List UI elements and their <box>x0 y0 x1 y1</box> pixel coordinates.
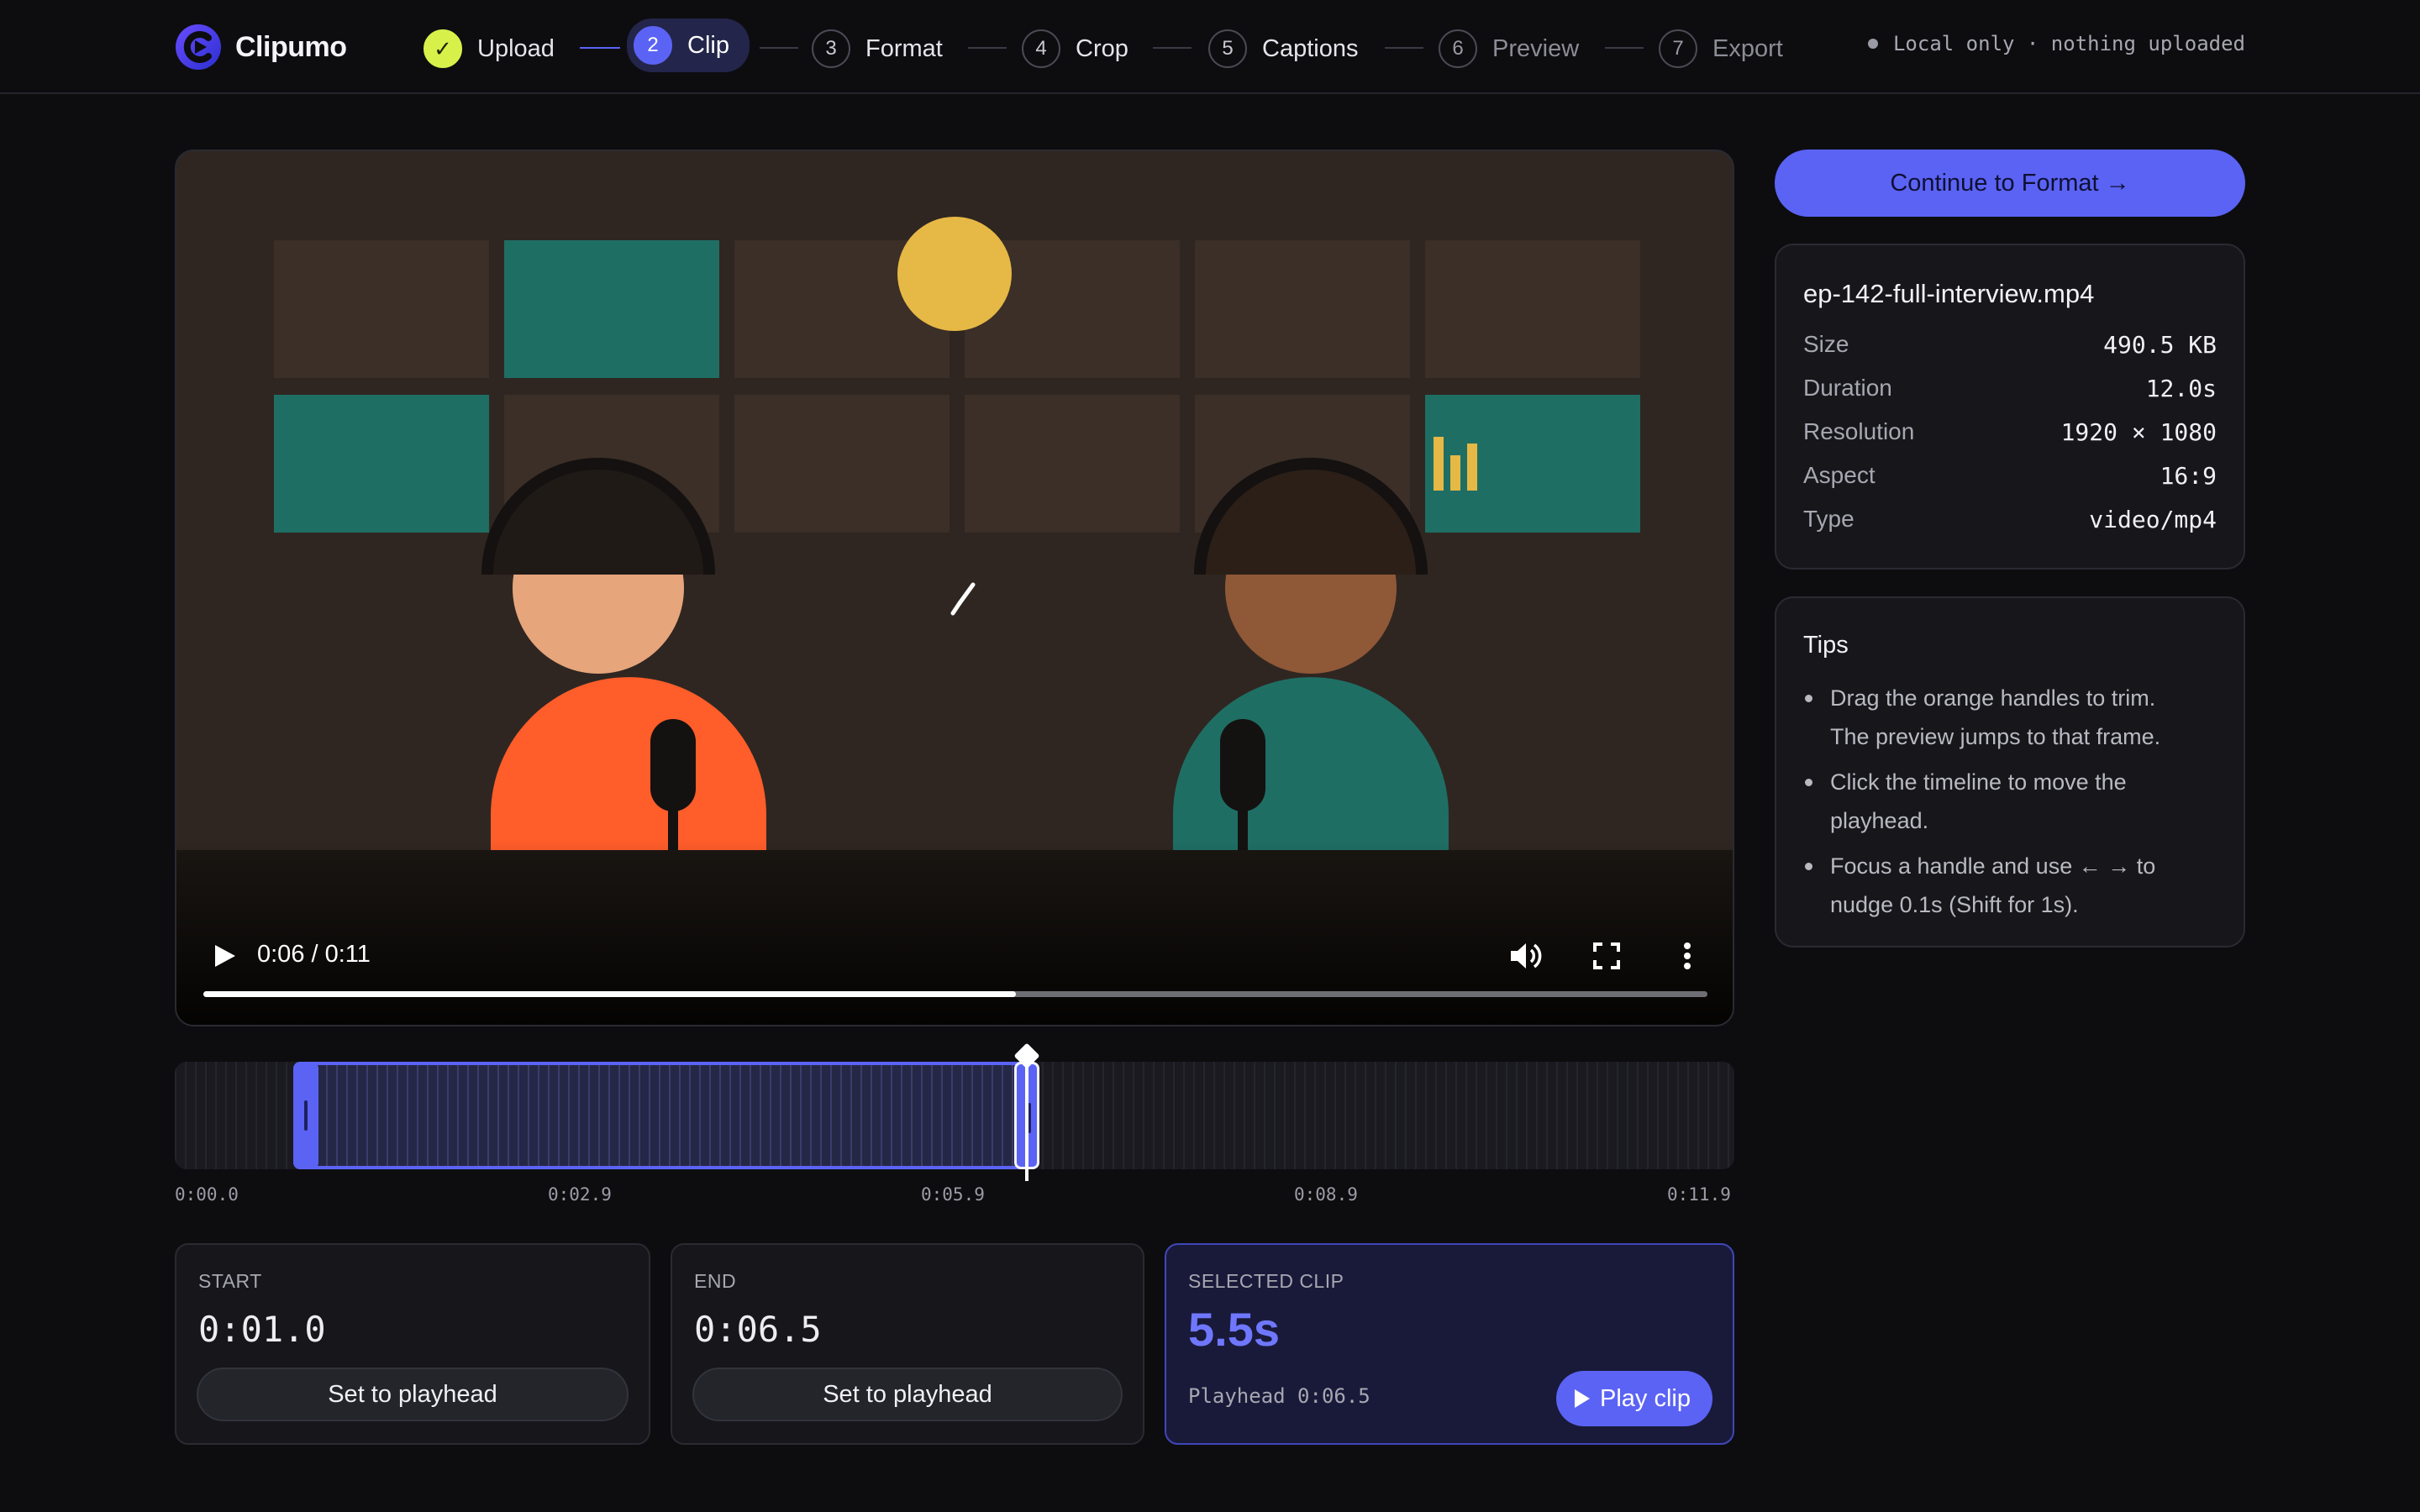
file-name: ep-142-full-interview.mp4 <box>1803 279 2095 308</box>
playhead[interactable] <box>1013 1042 1040 1181</box>
step-preview[interactable]: 6 Preview <box>1439 24 1579 74</box>
end-caption: END <box>694 1270 737 1292</box>
step-connector <box>1605 47 1644 49</box>
file-info-row: Aspect 16:9 <box>1803 459 2217 492</box>
tip-item: Click the timeline to move the playhead. <box>1803 763 2193 840</box>
more-vert-icon[interactable] <box>1669 937 1706 974</box>
step-label: Format <box>865 34 943 62</box>
step-crop[interactable]: 4 Crop <box>1022 24 1128 74</box>
step-number: 7 <box>1659 29 1697 68</box>
timeline-tick: 0:02.9 <box>548 1184 612 1205</box>
file-info-key: Type <box>1803 506 1854 532</box>
step-number: 6 <box>1439 29 1477 68</box>
timeline-track[interactable] <box>175 1042 1734 1181</box>
video-progress-fill <box>203 991 1016 997</box>
timeline-tick: 0:08.9 <box>1294 1184 1358 1205</box>
play-icon <box>1575 1389 1590 1408</box>
tip-item: Drag the orange handles to trim. The pre… <box>1803 679 2193 756</box>
video-progress-bar[interactable] <box>203 991 1707 997</box>
step-number: 5 <box>1208 29 1247 68</box>
step-connector <box>760 47 798 49</box>
file-info-row: Duration 12.0s <box>1803 371 2217 405</box>
set-end-to-playhead-button[interactable]: Set to playhead <box>692 1368 1123 1421</box>
tips-panel: Tips Drag the orange handles to trim. Th… <box>1775 596 2245 948</box>
logo-icon <box>176 24 221 70</box>
video-player[interactable]: 0:06 / 0:11 <box>175 150 1734 1026</box>
step-number: 2 <box>634 26 672 65</box>
tip-item: Focus a handle and use ← → to nudge 0.1s… <box>1803 847 2193 924</box>
step-connector <box>1153 47 1192 49</box>
timeline-tick: 0:00.0 <box>175 1184 239 1205</box>
step-label: Crop <box>1076 34 1128 62</box>
step-connector <box>1385 47 1423 49</box>
app-name: Clipumo <box>235 30 347 63</box>
file-info-value: 1920 × 1080 <box>2060 417 2217 446</box>
tips-list: Drag the orange handles to trim. The pre… <box>1803 679 2193 931</box>
step-captions[interactable]: 5 Captions <box>1208 24 1358 74</box>
start-time-value[interactable]: 0:01.0 <box>198 1309 326 1350</box>
step-label: Upload <box>477 34 555 62</box>
privacy-note: Local only · nothing uploaded <box>1867 32 2245 55</box>
video-controls: 0:06 / 0:11 <box>176 907 1733 1025</box>
volume-icon[interactable] <box>1507 937 1544 974</box>
step-upload[interactable]: ✓ Upload <box>424 24 555 74</box>
selected-clip-duration: 5.5s <box>1188 1303 1280 1356</box>
status-dot-icon <box>1867 39 1878 49</box>
end-time-value[interactable]: 0:06.5 <box>694 1309 822 1350</box>
selected-range[interactable] <box>305 1062 1027 1169</box>
file-info-value: 12.0s <box>2145 374 2217 402</box>
file-info-key: Aspect <box>1803 462 1876 488</box>
check-icon: ✓ <box>424 29 462 68</box>
privacy-text: Local only · nothing uploaded <box>1892 32 2245 55</box>
step-label: Captions <box>1262 34 1359 62</box>
step-number: 3 <box>812 29 850 68</box>
app-logo[interactable]: Clipumo <box>175 24 347 71</box>
top-bar: Clipumo ✓ Upload 2 Clip 3 Format 4 Crop … <box>0 0 2420 94</box>
step-connector <box>580 47 620 49</box>
play-icon[interactable] <box>208 939 242 973</box>
end-card: END 0:06.5 Set to playhead <box>671 1243 1144 1445</box>
step-format[interactable]: 3 Format <box>812 24 943 74</box>
start-trim-handle[interactable] <box>292 1062 318 1169</box>
set-start-to-playhead-button[interactable]: Set to playhead <box>197 1368 629 1421</box>
file-info-key: Size <box>1803 331 1849 357</box>
selected-clip-card: SELECTED CLIP 5.5s Playhead 0:06.5 Play … <box>1165 1243 1734 1445</box>
fullscreen-icon[interactable] <box>1588 937 1625 974</box>
file-info-key: Resolution <box>1803 418 1915 444</box>
timeline-tick: 0:11.9 <box>1667 1184 1731 1205</box>
file-info-panel: ep-142-full-interview.mp4 Size 490.5 KB … <box>1775 244 2245 570</box>
file-info-row: Size 490.5 KB <box>1803 328 2217 361</box>
step-label: Clip <box>687 31 729 59</box>
file-info-key: Duration <box>1803 375 1892 401</box>
step-number: 4 <box>1022 29 1060 68</box>
step-clip[interactable]: 2 Clip <box>627 18 750 72</box>
play-clip-label: Play clip <box>1600 1384 1691 1412</box>
file-info-value: video/mp4 <box>2089 505 2217 533</box>
file-info-row: Type video/mp4 <box>1803 502 2217 536</box>
step-connector <box>968 47 1007 49</box>
file-info-value: 490.5 KB <box>2103 330 2217 359</box>
playhead-readout: Playhead 0:06.5 <box>1188 1384 1370 1408</box>
file-info-value: 16:9 <box>2160 461 2217 490</box>
video-time: 0:06 / 0:11 <box>257 941 371 968</box>
start-card: START 0:01.0 Set to playhead <box>175 1243 650 1445</box>
play-clip-button[interactable]: Play clip <box>1556 1371 1712 1426</box>
tips-title: Tips <box>1803 632 1849 659</box>
start-caption: START <box>198 1270 262 1292</box>
step-label: Export <box>1712 34 1783 62</box>
step-label: Preview <box>1492 34 1580 62</box>
file-info-row: Resolution 1920 × 1080 <box>1803 415 2217 449</box>
continue-to-format-button[interactable]: Continue to Format → <box>1775 150 2245 217</box>
timeline-tick: 0:05.9 <box>921 1184 985 1205</box>
selected-clip-caption: SELECTED CLIP <box>1188 1270 1344 1292</box>
step-export[interactable]: 7 Export <box>1659 24 1783 74</box>
